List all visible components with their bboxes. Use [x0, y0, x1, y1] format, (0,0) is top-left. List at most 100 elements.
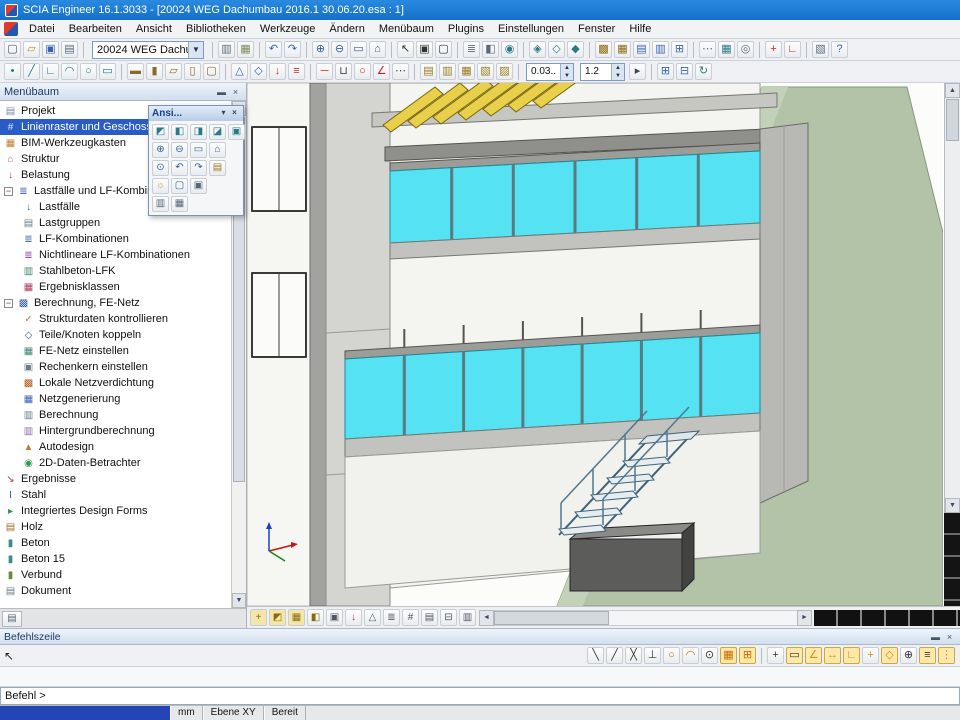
grid-points-icon[interactable]: ⋯ — [392, 63, 409, 80]
tree-beton[interactable]: ▮Beton — [0, 535, 229, 551]
snap-length-icon[interactable]: ↔ — [824, 647, 841, 664]
spin-up-icon[interactable]: ▲ — [561, 64, 573, 72]
tree-collapse-icon[interactable]: − — [4, 299, 13, 308]
tree-stahl[interactable]: IStahl — [0, 487, 229, 503]
zoom-selection-icon[interactable]: ⊙ — [152, 160, 169, 176]
model-viewport[interactable]: ▲ ▼ +◩▦◧▣↓△≣#▤⊟▥ ◄ ► — [247, 83, 960, 628]
spinner-arrows[interactable]: ▲▼ — [611, 64, 624, 80]
cursor-crosshair-icon[interactable]: + — [767, 647, 784, 664]
undo-icon[interactable]: ↶ — [265, 41, 282, 58]
help-icon[interactable]: ? — [831, 41, 848, 58]
command-input[interactable]: Befehl > — [0, 687, 960, 705]
factor-spinner[interactable]: 1.2 ▲▼ — [580, 63, 625, 81]
view-palette-caption[interactable]: Ansi... ▾ × — [149, 106, 243, 121]
zoom-all-icon[interactable]: ⌂ — [209, 142, 226, 158]
menu-plugins[interactable]: Plugins — [441, 21, 491, 37]
dot-grid-icon[interactable]: ⋯ — [699, 41, 716, 58]
tree-fe-netz-einstellen[interactable]: ▦FE-Netz einstellen — [0, 343, 229, 359]
scroll-up-icon[interactable]: ▲ — [945, 83, 960, 98]
snap-intersection-icon[interactable]: ╳ — [625, 647, 642, 664]
line-grid-icon[interactable]: ▦ — [718, 41, 735, 58]
vp-perspective-icon[interactable]: ◩ — [269, 609, 286, 626]
refresh-icon[interactable]: ↻ — [695, 63, 712, 80]
scale-spinner[interactable]: 0.03.. ▲▼ — [526, 63, 574, 81]
close-icon[interactable]: × — [229, 85, 242, 98]
calculator-icon[interactable]: ⊞ — [671, 41, 688, 58]
zoom-window-icon[interactable]: ▭ — [190, 142, 207, 158]
menu-men-baum[interactable]: Menübaum — [372, 21, 441, 37]
view-direction-x-icon[interactable]: ◈ — [529, 41, 546, 58]
tree-hintergrundberechnung[interactable]: ▥Hintergrundberechnung — [0, 423, 229, 439]
status-units[interactable]: mm — [170, 706, 203, 720]
object-tracking-icon[interactable]: ◇ — [881, 647, 898, 664]
tree-strukturdaten-kontrollieren[interactable]: ✓Strukturdaten kontrollieren — [0, 311, 229, 327]
print-icon[interactable]: ▤ — [61, 41, 78, 58]
scroll-left-icon[interactable]: ◄ — [479, 610, 494, 626]
scroll-down-icon[interactable]: ▼ — [232, 593, 246, 608]
snap-angle-icon[interactable]: ∠ — [805, 647, 822, 664]
select-icon[interactable]: ↖ — [397, 41, 414, 58]
tree-verbund[interactable]: ▮Verbund — [0, 567, 229, 583]
menu--ndern[interactable]: Ändern — [322, 21, 371, 37]
tree-2d-daten-betrachter[interactable]: ◉2D-Daten-Betrachter — [0, 455, 229, 471]
tree-berechnung-fe-netz[interactable]: −▩Berechnung, FE-Netz — [0, 295, 229, 311]
new-project-icon[interactable]: ▢ — [4, 41, 21, 58]
vp-parameters-icon[interactable]: ▥ — [459, 609, 476, 626]
viewport-vscrollbar[interactable]: ▲ ▼ — [944, 83, 960, 513]
menu-ansicht[interactable]: Ansicht — [129, 21, 179, 37]
scroll-right-icon[interactable]: ► — [797, 610, 812, 626]
settings-icon[interactable]: ▧ — [812, 41, 829, 58]
angle-dimension-icon[interactable]: ∠ — [373, 63, 390, 80]
polyline-icon[interactable]: ∟ — [42, 63, 59, 80]
window-table-icon[interactable]: ▦ — [458, 63, 475, 80]
zoom-all-icon[interactable]: ⌂ — [369, 41, 386, 58]
wireframe-mode-icon[interactable]: ▦ — [614, 41, 631, 58]
clip-box-icon[interactable]: ▢ — [171, 178, 188, 194]
coordinates-icon[interactable]: + — [765, 41, 782, 58]
view-axonometric-icon[interactable]: ◩ — [152, 124, 169, 140]
table-input-icon[interactable]: ▤ — [633, 41, 650, 58]
snap-endpoint-icon[interactable]: ╱ — [606, 647, 623, 664]
status-plane[interactable]: Ebene XY — [203, 706, 264, 720]
view-xz-icon[interactable]: ◨ — [190, 124, 207, 140]
light-icon[interactable]: ☼ — [152, 178, 169, 194]
spin-down-icon[interactable]: ▼ — [561, 72, 573, 80]
select-rectangle-icon[interactable]: ▭ — [786, 647, 803, 664]
view-next-icon[interactable]: ↷ — [190, 160, 207, 176]
point-load-icon[interactable]: ↓ — [269, 63, 286, 80]
rectangle-icon[interactable]: ▭ — [99, 63, 116, 80]
section-cut-icon[interactable]: ⊔ — [335, 63, 352, 80]
viewport-hscrollbar[interactable]: ◄ ► — [479, 610, 812, 626]
line-icon[interactable]: ╱ — [23, 63, 40, 80]
tree-berechnung[interactable]: ▥Berechnung — [0, 407, 229, 423]
wall-icon[interactable]: ▯ — [184, 63, 201, 80]
property-panel-icon[interactable]: ▥ — [652, 41, 669, 58]
menu-bearbeiten[interactable]: Bearbeiten — [62, 21, 129, 37]
activity-icon[interactable]: ◧ — [482, 41, 499, 58]
arc-icon[interactable]: ◠ — [61, 63, 78, 80]
visibility-icon[interactable]: ◉ — [501, 41, 518, 58]
vp-section-icon[interactable]: ⊟ — [440, 609, 457, 626]
snap-circle-icon[interactable]: ○ — [663, 647, 680, 664]
vp-coordinate-icon[interactable]: + — [250, 609, 267, 626]
menu-werkzeuge[interactable]: Werkzeuge — [253, 21, 322, 37]
balustrade-lower[interactable] — [345, 310, 760, 588]
point-icon[interactable]: • — [4, 63, 21, 80]
tree-holz[interactable]: ▤Holz — [0, 519, 229, 535]
line-load-icon[interactable]: ≡ — [288, 63, 305, 80]
spinner-arrows[interactable]: ▲▼ — [560, 64, 573, 80]
snap-orthogonal-icon[interactable]: ⊥ — [644, 647, 661, 664]
menu-datei[interactable]: Datei — [22, 21, 62, 37]
coordinates-display-icon[interactable]: ≡ — [919, 647, 936, 664]
circle-icon[interactable]: ○ — [80, 63, 97, 80]
dynamic-input-icon[interactable]: ⋮ — [938, 647, 955, 664]
zoom-in-icon[interactable]: ⊕ — [152, 142, 169, 158]
view-settings-icon[interactable]: ▥ — [152, 196, 169, 212]
redo-icon[interactable]: ↷ — [284, 41, 301, 58]
red-circle-icon[interactable]: ○ — [354, 63, 371, 80]
tree-netzgenerierung[interactable]: ▦Netzgenerierung — [0, 391, 229, 407]
vp-surface-icon[interactable]: ◧ — [307, 609, 324, 626]
dock-tab[interactable]: ▤ — [2, 611, 22, 627]
tree-nichtlineare-lf-kombinationen[interactable]: ≣Nichtlineare LF-Kombinationen — [0, 247, 229, 263]
layers-icon[interactable]: ≣ — [463, 41, 480, 58]
